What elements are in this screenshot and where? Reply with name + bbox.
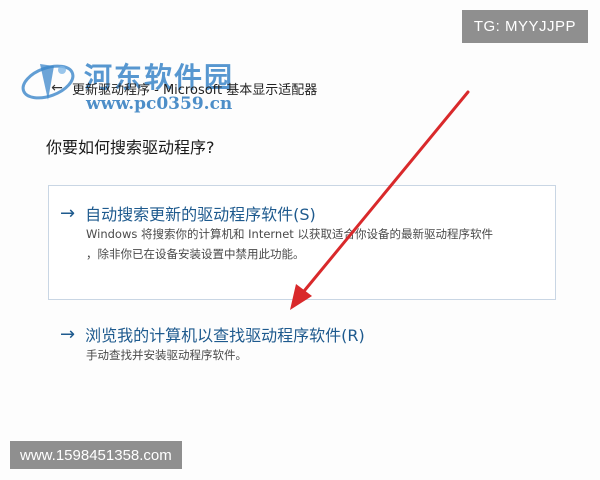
search-question-heading: 你要如何搜索驱动程序? — [46, 138, 215, 157]
arrow-right-icon: → — [60, 202, 76, 224]
phone-watermark-badge: www.1598451358.com — [10, 441, 182, 469]
tg-watermark-badge: TG: MYYJJPP — [461, 10, 588, 43]
dialog-title-row: ← 更新驱动程序 - Microsoft 基本显示适配器 — [50, 78, 317, 98]
auto-search-option-description: Windows 将搜索你的计算机和 Internet 以获取适合你设备的最新驱动… — [86, 224, 546, 264]
auto-search-option-title: 自动搜索更新的驱动程序软件(S) — [85, 205, 316, 224]
browse-computer-option-title: 浏览我的计算机以查找驱动程序软件(R) — [85, 326, 365, 345]
update-driver-dialog: 河东软件园 www.pc0359.cn ← 更新驱动程序 - Microsoft… — [0, 0, 600, 480]
back-arrow-icon[interactable]: ← — [50, 80, 64, 96]
auto-search-desc-line1: Windows 将搜索你的计算机和 Internet 以获取适合你设备的最新驱动… — [86, 227, 493, 241]
auto-search-desc-line2: ，除非你已在设备安装设置中禁用此功能。 — [86, 247, 305, 261]
dialog-title: 更新驱动程序 - Microsoft 基本显示适配器 — [72, 82, 318, 98]
arrow-right-icon: → — [60, 323, 76, 345]
auto-search-option[interactable]: → 自动搜索更新的驱动程序软件(S) — [60, 201, 316, 225]
browse-computer-option[interactable]: → 浏览我的计算机以查找驱动程序软件(R) — [60, 322, 365, 346]
browse-computer-option-description: 手动查找并安装驱动程序软件。 — [86, 348, 247, 362]
